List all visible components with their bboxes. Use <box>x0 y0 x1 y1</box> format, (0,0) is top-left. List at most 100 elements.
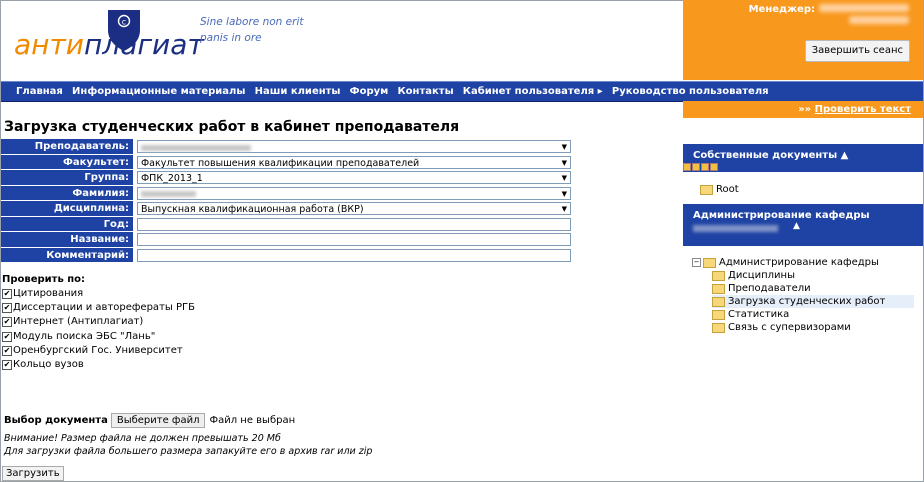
group-select[interactable]: ФПК_2013_1 <box>137 171 571 185</box>
teacher-label: Преподаватель: <box>1 139 133 155</box>
upload-button[interactable]: Загрузить <box>2 466 64 481</box>
check-item[interactable]: ✔ Кольцо вузов <box>2 358 195 372</box>
faculty-label: Факультет: <box>1 154 133 170</box>
checkbox-checked-icon[interactable]: ✔ <box>2 303 12 314</box>
department-name-redacted <box>693 225 778 232</box>
group-label: Группа: <box>1 170 133 186</box>
folder-edit-icon[interactable] <box>692 163 700 171</box>
checkbox-checked-icon[interactable]: ✔ <box>2 345 12 356</box>
size-warning: Внимание! Размер файла не должен превыша… <box>4 432 372 458</box>
tree-root-label: Root <box>716 184 739 195</box>
tree-node-label: Дисциплины <box>728 270 795 281</box>
collapse-up-icon[interactable]: ▲ <box>793 221 800 231</box>
check-item[interactable]: ✔ Модуль поиска ЭБС "Лань" <box>2 330 195 344</box>
upload-form: Преподаватель: Факультет: Факультет повыш… <box>1 139 571 263</box>
doc-toolbar <box>683 163 719 174</box>
slogan-line1: Sine labore non erit <box>200 16 304 28</box>
tree-node-disciplines[interactable]: Дисциплины <box>712 269 914 282</box>
folder-icon <box>703 257 716 268</box>
folder-move-icon[interactable] <box>710 163 718 171</box>
checkbox-checked-icon[interactable]: ✔ <box>2 360 12 371</box>
title-label: Название: <box>1 232 133 248</box>
choose-file-button[interactable]: Выберите файл <box>110 413 206 428</box>
check-list: ✔ Цитирования ✔ Диссертации и авторефераты… <box>2 287 195 372</box>
surname-value-redacted <box>141 191 196 197</box>
double-arrow-icon: »» <box>798 104 812 115</box>
tree-node-label: Преподаватели <box>728 283 811 294</box>
title-input[interactable] <box>137 233 571 246</box>
page-title: Загрузка студенческих работ в кабинет пр… <box>4 119 460 135</box>
year-input[interactable] <box>137 217 571 231</box>
check-item[interactable]: ✔ Диссертации и авторефераты РГБ <box>2 301 195 315</box>
folder-icon <box>700 184 713 195</box>
document-label: Выбор документа <box>4 415 108 426</box>
nav-item-forum[interactable]: Форум <box>350 86 389 97</box>
teacher-select[interactable] <box>137 140 571 154</box>
tree-node-stats[interactable]: Статистика <box>712 308 914 321</box>
own-docs-header[interactable]: Собственные документы ▲ <box>683 144 923 172</box>
check-item-label: Цитирования <box>13 288 84 300</box>
discipline-select[interactable]: Выпускная квалификационная работа (ВКР) <box>137 202 571 216</box>
check-item-label: Кольцо вузов <box>13 359 84 371</box>
logo[interactable]: c антиплагиат <box>14 8 204 68</box>
folder-icon <box>712 296 725 307</box>
nav-item-guide[interactable]: Руководство пользователя <box>612 86 769 97</box>
checkbox-checked-icon[interactable]: ✔ <box>2 289 12 300</box>
check-text-link[interactable]: Проверить текст <box>815 104 911 115</box>
admin-header[interactable]: Администрирование кафедры ▲ <box>683 204 923 246</box>
slogan-line2: panis in ore <box>200 32 262 44</box>
nav-item-home[interactable]: Главная <box>16 86 63 97</box>
manager-label: Менеджер: <box>748 4 815 15</box>
faculty-select[interactable]: Факультет повышения квалификации препода… <box>137 155 571 170</box>
check-item[interactable]: ✔ Цитирования <box>2 287 195 301</box>
check-item-label: Модуль поиска ЭБС "Лань" <box>13 330 156 342</box>
tree-node-admin[interactable]: − Администрирование кафедры <box>692 256 914 269</box>
document-picker: Выбор документа Выберите файл Файл не вы… <box>4 413 295 428</box>
manager-org-redacted <box>849 16 909 24</box>
year-label: Год: <box>1 216 133 232</box>
folder-icon <box>712 322 725 333</box>
svg-text:c: c <box>122 18 126 27</box>
folder-icon <box>712 270 725 281</box>
surname-label: Фамилия: <box>1 185 133 201</box>
checkbox-checked-icon[interactable]: ✔ <box>2 317 12 328</box>
folder-delete-icon[interactable] <box>701 163 709 171</box>
tree-node-label: Связь с супервизорами <box>728 322 851 333</box>
check-item-label: Интернет (Антиплагиат) <box>13 316 144 328</box>
check-item-label: Оренбургский Гос. Университет <box>13 344 183 356</box>
check-text-bar: »» Проверить текст <box>683 101 923 118</box>
own-docs-title: Собственные документы <box>693 150 838 161</box>
tree-node-teachers[interactable]: Преподаватели <box>712 282 914 295</box>
discipline-label: Дисциплина: <box>1 201 133 217</box>
comment-input[interactable] <box>137 248 571 262</box>
tree-root[interactable]: Root <box>700 184 739 195</box>
nav-item-clients[interactable]: Наши клиенты <box>255 86 341 97</box>
collapse-up-icon[interactable]: ▲ <box>841 150 849 161</box>
nav-item-cabinet[interactable]: Кабинет пользователя ▸ <box>463 86 603 97</box>
admin-title: Администрирование кафедры <box>693 210 870 221</box>
nav-item-contacts[interactable]: Контакты <box>397 86 453 97</box>
surname-select[interactable] <box>137 186 571 201</box>
tree-node-supervisors[interactable]: Связь с супервизорами <box>712 321 914 334</box>
teacher-value-redacted <box>141 144 251 151</box>
check-item[interactable]: ✔ Оренбургский Гос. Университет <box>2 344 195 358</box>
tree-node-upload[interactable]: Загрузка студенческих работ <box>712 295 914 308</box>
end-session-button[interactable]: Завершить сеанс <box>804 40 910 62</box>
checkbox-checked-icon[interactable]: ✔ <box>2 331 12 342</box>
warning-line1: Внимание! Размер файла не должен превыша… <box>4 433 281 444</box>
collapse-minus-icon[interactable]: − <box>692 258 701 267</box>
warning-line2: Для загрузки файла большего размера запа… <box>4 446 373 457</box>
user-panel: Менеджер: Завершить сеанс <box>683 0 923 80</box>
folder-icon <box>712 309 725 320</box>
logo-text-part1: анти <box>14 28 84 61</box>
folder-add-icon[interactable] <box>683 163 691 171</box>
slogan: Sine labore non erit panis in ore <box>200 14 303 46</box>
file-status: Файл не выбран <box>209 415 296 426</box>
tree-node-label: Статистика <box>728 309 790 320</box>
logo-text-part2: плагиат <box>83 28 204 61</box>
comment-label: Комментарий: <box>1 247 133 263</box>
folder-icon <box>712 283 725 294</box>
admin-tree: − Администрирование кафедры Дисциплины Пр… <box>692 256 914 334</box>
check-item[interactable]: ✔ Интернет (Антиплагиат) <box>2 315 195 329</box>
nav-item-info[interactable]: Информационные материалы <box>72 86 245 97</box>
